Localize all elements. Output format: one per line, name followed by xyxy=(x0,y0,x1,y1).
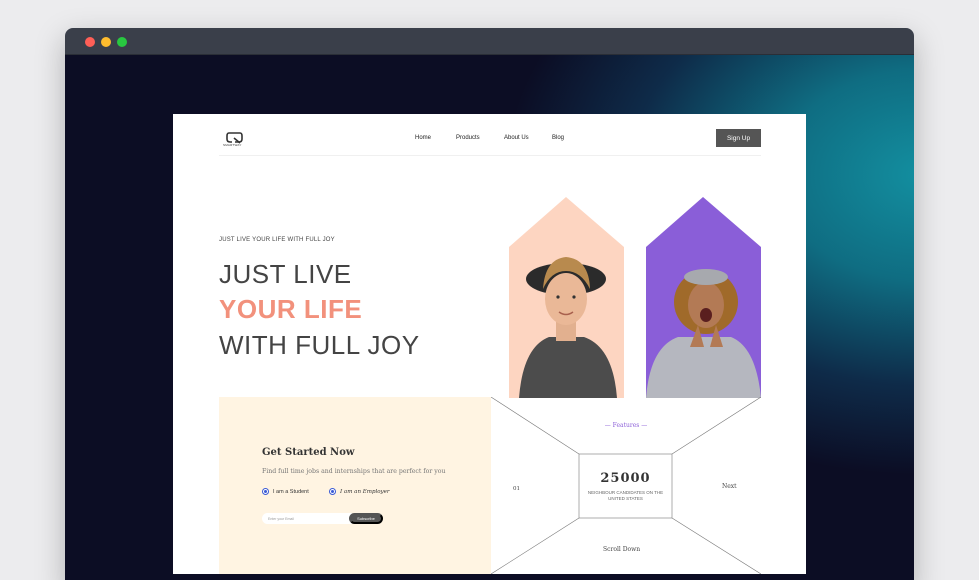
features-label: — Features — xyxy=(604,422,648,429)
next-link[interactable]: Next xyxy=(722,483,737,490)
nav-link-home[interactable]: Home xyxy=(415,135,431,141)
stat-caption: NEIGHBOUR CANDIDATES ON THE UNITED STATE… xyxy=(587,489,664,501)
landing-page: SMARTWAY Home Products About Us Blog Sig… xyxy=(173,114,806,574)
radio-employer-indicator[interactable] xyxy=(329,488,336,495)
email-field[interactable]: Enter your Email xyxy=(262,513,352,524)
radio-student-indicator[interactable] xyxy=(262,488,269,495)
stat-number: 25000 xyxy=(600,470,651,486)
get-started-panel: Get Started Now Find full time jobs and … xyxy=(219,397,491,574)
minimize-window-button[interactable] xyxy=(101,37,111,47)
subscribe-button[interactable]: Subscribe xyxy=(349,513,383,524)
desktop-background: SMARTWAY Home Products About Us Blog Sig… xyxy=(65,55,914,580)
nav-link-about-us[interactable]: About Us xyxy=(504,135,529,141)
features-section: — Features — 25000 NEIGHBOUR CANDIDATES … xyxy=(491,397,761,574)
close-window-button[interactable] xyxy=(85,37,95,47)
window-titlebar xyxy=(65,28,914,55)
stat-box: 25000 NEIGHBOUR CANDIDATES ON THE UNITED… xyxy=(579,454,672,518)
maximize-window-button[interactable] xyxy=(117,37,127,47)
get-started-subtitle: Find full time jobs and internships that… xyxy=(262,468,446,475)
slide-index: 01 xyxy=(513,486,520,492)
radio-employer[interactable]: I am an Employer xyxy=(329,488,390,495)
hero-heading-line-1: JUST LIVE xyxy=(219,259,352,289)
logo-text: SMARTWAY xyxy=(223,143,242,147)
hero-eyebrow: JUST LIVE YOUR LIFE WITH FULL JOY xyxy=(219,237,335,243)
radio-student[interactable]: I am a Student xyxy=(262,488,309,495)
scroll-down-link[interactable]: Scroll Down xyxy=(603,546,640,553)
nav-link-products[interactable]: Products xyxy=(456,135,480,141)
logo-icon[interactable] xyxy=(225,132,245,150)
hero-heading-line-2: YOUR LIFE xyxy=(219,294,363,324)
browser-window: SMARTWAY Home Products About Us Blog Sig… xyxy=(65,28,914,580)
get-started-title: Get Started Now xyxy=(262,447,355,458)
radio-employer-label: I am an Employer xyxy=(340,488,390,495)
sign-up-button[interactable]: Sign Up xyxy=(716,129,761,147)
portrait-card-man xyxy=(509,197,624,398)
nav-divider xyxy=(219,155,761,156)
radio-student-label: I am a Student xyxy=(273,488,309,495)
email-placeholder: Enter your Email xyxy=(268,516,294,521)
nav-link-blog[interactable]: Blog xyxy=(552,135,564,141)
hero-heading-line-3: WITH FULL JOY xyxy=(219,330,420,360)
portrait-card-woman xyxy=(646,197,761,398)
